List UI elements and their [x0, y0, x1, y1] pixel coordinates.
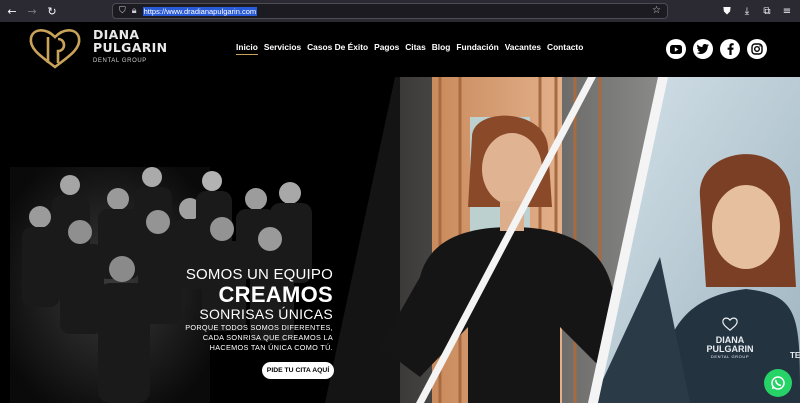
- twitter-icon[interactable]: [693, 39, 713, 59]
- hero-background: [10, 77, 800, 403]
- hero-line1: SOMOS UN EQUIPO: [185, 266, 333, 283]
- nav-item-citas[interactable]: Citas: [405, 42, 425, 55]
- whatsapp-icon[interactable]: [764, 369, 792, 397]
- url-text[interactable]: https://www.dradianapulgarin.com: [142, 6, 258, 16]
- heart-tooth-logo-icon[interactable]: [26, 27, 84, 71]
- brand-name[interactable]: DIANA PULGARIN: [93, 28, 168, 55]
- pocket-icon[interactable]: ⛊: [718, 1, 736, 21]
- main-nav: Inicio Servicios Casos De Éxito Pagos Ci…: [236, 42, 583, 55]
- nav-item-pagos[interactable]: Pagos: [374, 42, 399, 55]
- lock-icon[interactable]: 🔒︎: [132, 6, 137, 16]
- menu-icon[interactable]: ≡: [778, 1, 796, 21]
- nav-item-fundacion[interactable]: Fundación: [456, 42, 498, 55]
- hero-line3: SONRISAS ÚNICAS: [199, 306, 333, 322]
- badge-edge-text: TE: [790, 351, 800, 360]
- instagram-icon[interactable]: [747, 39, 767, 59]
- hero-section: DIANA PULGARIN DENTAL GROUP TE SOMOS UN …: [0, 77, 800, 403]
- facebook-icon[interactable]: [720, 39, 740, 59]
- nav-item-vacantes[interactable]: Vacantes: [505, 42, 541, 55]
- browser-toolbar: ← → ↻ ⛉ 🔒︎ https://www.dradianapulgarin.…: [0, 0, 800, 22]
- hero-body-line1: PORQUE TODOS SOMOS DIFERENTES,: [185, 323, 333, 332]
- brand-subtitle: DENTAL GROUP: [93, 58, 147, 64]
- hero-line2: CREAMOS: [218, 282, 333, 307]
- hero-body-line2: CADA SONRISA QUE CREAMOS LA: [202, 333, 333, 342]
- badge-line2: PULGARIN: [706, 344, 754, 354]
- brand-name-line2: PULGARIN: [93, 39, 168, 55]
- heart-tooth-badge-icon: [722, 317, 738, 331]
- forward-arrow-icon[interactable]: →: [22, 1, 42, 21]
- nav-item-inicio[interactable]: Inicio: [236, 42, 258, 55]
- hero-body: PORQUE TODOS SOMOS DIFERENTES, CADA SONR…: [185, 323, 333, 353]
- back-arrow-icon[interactable]: ←: [2, 1, 22, 21]
- shield-icon[interactable]: ⛉: [119, 6, 126, 16]
- reload-icon[interactable]: ↻: [42, 1, 62, 21]
- site-header: DIANA PULGARIN DENTAL GROUP Inicio Servi…: [0, 22, 800, 77]
- nav-item-contacto[interactable]: Contacto: [547, 42, 583, 55]
- book-appointment-button[interactable]: PIDE TU CITA AQUÍ: [262, 362, 334, 379]
- nav-item-casos-de-exito[interactable]: Casos De Éxito: [307, 42, 368, 55]
- nav-item-servicios[interactable]: Servicios: [264, 42, 301, 55]
- address-bar[interactable]: ⛉ 🔒︎ https://www.dradianapulgarin.com ☆: [112, 3, 668, 19]
- download-icon[interactable]: ⤓: [738, 1, 756, 21]
- youtube-icon[interactable]: [666, 39, 686, 59]
- badge-line3: DENTAL GROUP: [710, 354, 750, 359]
- hero-body-line3: HACEMOS TAN ÚNICA COMO TÚ.: [209, 343, 333, 352]
- scrub-logo-badge: DIANA PULGARIN DENTAL GROUP: [700, 317, 760, 359]
- extensions-icon[interactable]: ⧉: [758, 1, 776, 21]
- star-icon[interactable]: ☆: [652, 5, 661, 16]
- nav-item-blog[interactable]: Blog: [432, 42, 451, 55]
